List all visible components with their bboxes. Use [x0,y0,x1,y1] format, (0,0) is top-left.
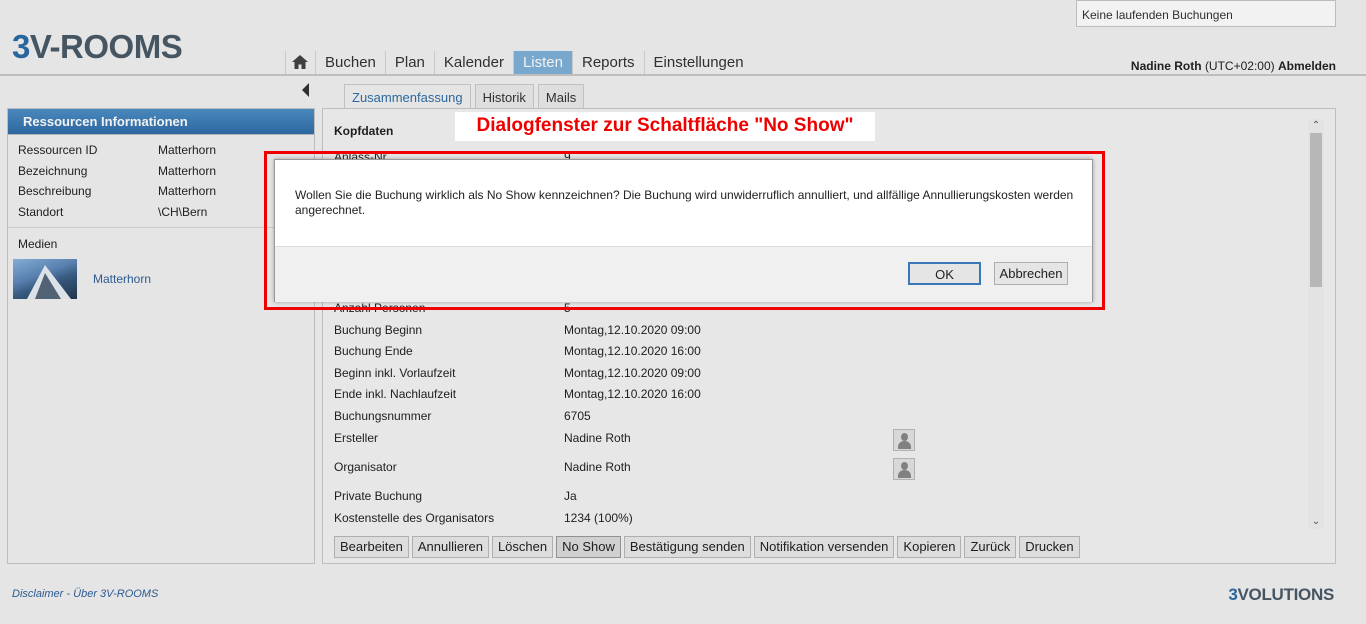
dialog-footer: OK Abbrechen [275,246,1092,302]
dialog-message: Wollen Sie die Buchung wirklich als No S… [295,188,1074,217]
no-show-dialog: Wollen Sie die Buchung wirklich als No S… [274,159,1093,302]
annotation-label: Dialogfenster zur Schaltfläche "No Show" [455,112,875,141]
ok-button[interactable]: OK [908,262,981,285]
modal-overlay [0,0,1366,624]
cancel-button[interactable]: Abbrechen [994,262,1068,285]
